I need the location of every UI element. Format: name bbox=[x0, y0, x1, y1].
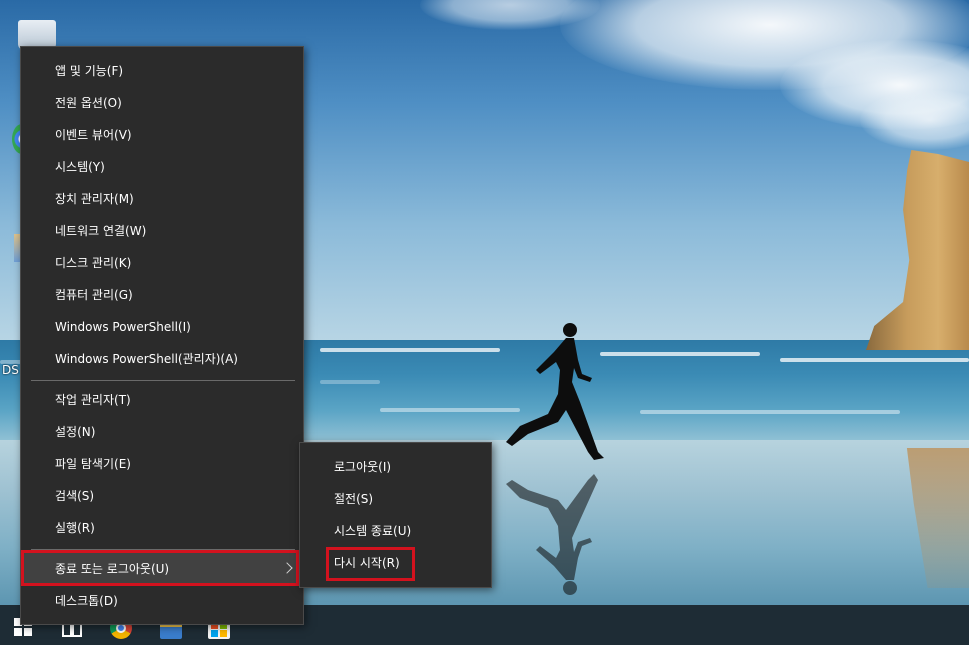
submenu-item-sleep[interactable]: 절전(S) bbox=[300, 483, 491, 515]
menu-separator bbox=[31, 380, 295, 381]
menu-item-apps-features[interactable]: 앱 및 기능(F) bbox=[21, 55, 303, 87]
menu-item-power-options[interactable]: 전원 옵션(O) bbox=[21, 87, 303, 119]
submenu-item-sign-out[interactable]: 로그아웃(I) bbox=[300, 451, 491, 483]
menu-item-computer-management[interactable]: 컴퓨터 관리(G) bbox=[21, 279, 303, 311]
submenu-item-shut-down[interactable]: 시스템 종료(U) bbox=[300, 515, 491, 547]
menu-item-powershell-admin[interactable]: Windows PowerShell(관리자)(A) bbox=[21, 343, 303, 375]
menu-item-system[interactable]: 시스템(Y) bbox=[21, 151, 303, 183]
menu-item-task-manager[interactable]: 작업 관리자(T) bbox=[21, 384, 303, 416]
runner-reflection bbox=[506, 474, 598, 595]
menu-item-device-manager[interactable]: 장치 관리자(M) bbox=[21, 183, 303, 215]
chevron-right-icon bbox=[281, 562, 293, 574]
menu-separator bbox=[31, 549, 295, 550]
shutdown-submenu: 로그아웃(I) 절전(S) 시스템 종료(U) 다시 시작(R) bbox=[299, 442, 492, 588]
submenu-item-restart[interactable]: 다시 시작(R) bbox=[300, 547, 491, 579]
runner-silhouette bbox=[506, 323, 604, 460]
menu-item-label: 종료 또는 로그아웃(U) bbox=[55, 562, 170, 576]
menu-item-search[interactable]: 검색(S) bbox=[21, 480, 303, 512]
menu-item-shutdown-signout[interactable]: 종료 또는 로그아웃(U) bbox=[21, 553, 303, 585]
menu-item-settings[interactable]: 설정(N) bbox=[21, 416, 303, 448]
menu-item-powershell[interactable]: Windows PowerShell(I) bbox=[21, 311, 303, 343]
menu-item-disk-management[interactable]: 디스크 관리(K) bbox=[21, 247, 303, 279]
menu-item-desktop[interactable]: 데스크톱(D) bbox=[21, 585, 303, 617]
menu-item-file-explorer[interactable]: 파일 탐색기(E) bbox=[21, 448, 303, 480]
menu-item-run[interactable]: 실행(R) bbox=[21, 512, 303, 544]
winx-context-menu: 앱 및 기능(F) 전원 옵션(O) 이벤트 뷰어(V) 시스템(Y) 장치 관… bbox=[20, 46, 304, 625]
desktop-icon-label: DS bbox=[2, 363, 19, 377]
menu-item-event-viewer[interactable]: 이벤트 뷰어(V) bbox=[21, 119, 303, 151]
menu-item-network[interactable]: 네트워크 연결(W) bbox=[21, 215, 303, 247]
